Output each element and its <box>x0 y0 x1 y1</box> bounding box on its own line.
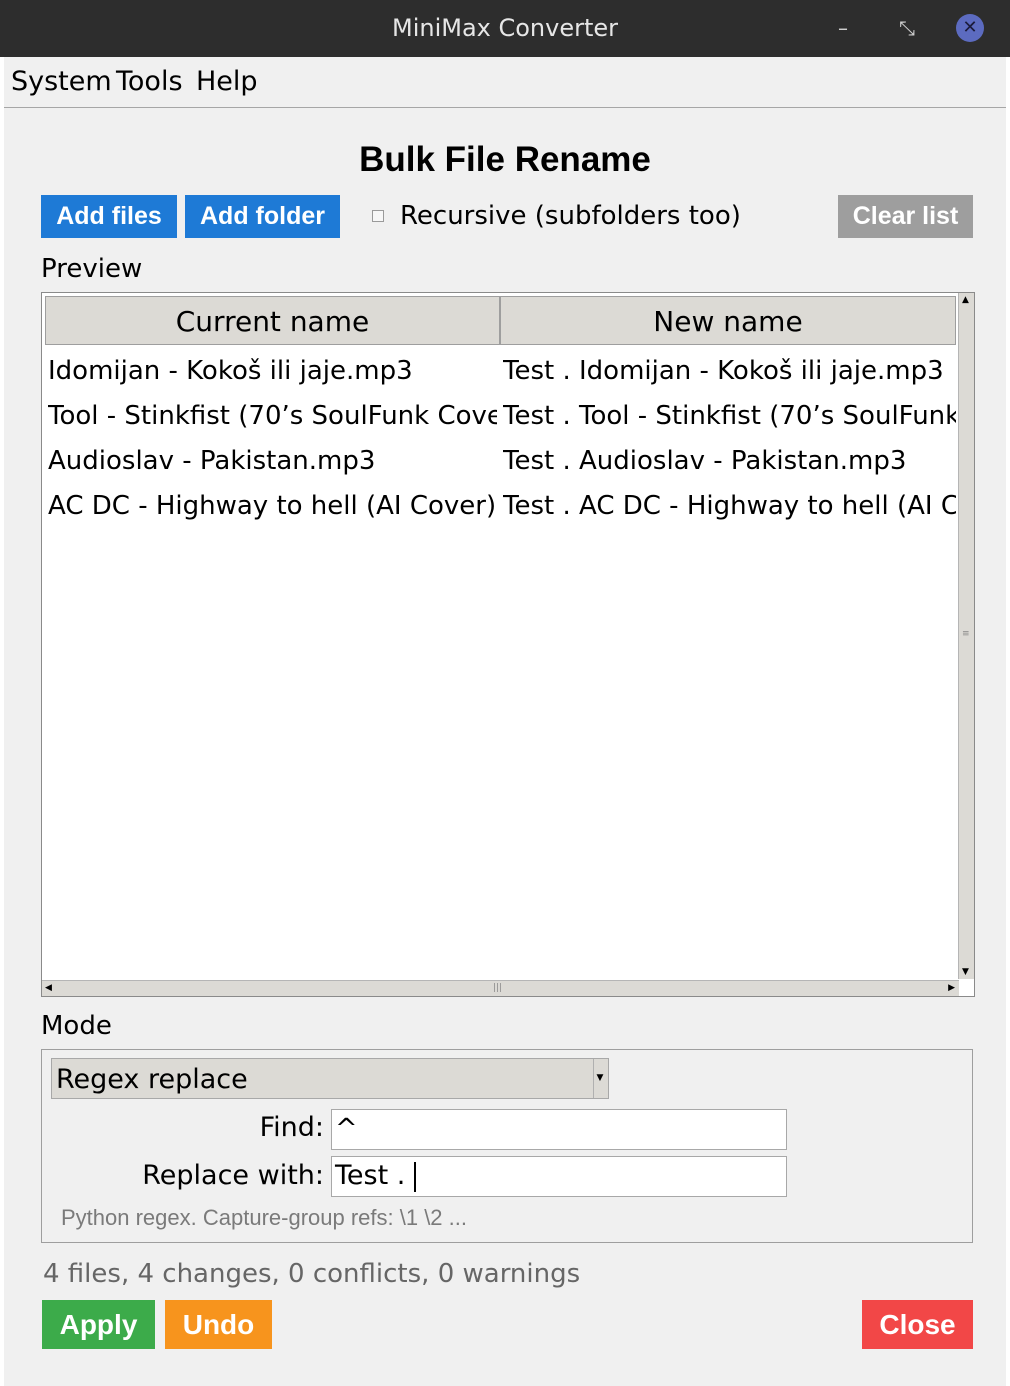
add-folder-button[interactable]: Add folder <box>185 195 340 238</box>
undo-button[interactable]: Undo <box>165 1300 272 1349</box>
text-cursor <box>413 1161 416 1192</box>
table-row[interactable]: Tool - Stinkfist (70’s SoulFunk Cover Te… <box>48 394 956 439</box>
menu-system[interactable]: System <box>11 66 112 97</box>
vertical-scrollbar[interactable]: ▲ ≡ ▼ <box>958 293 974 979</box>
preview-label: Preview <box>41 254 143 284</box>
scroll-right-icon[interactable]: ▶ <box>948 982 955 994</box>
cell-current-name: Idomijan - Kokoš ili jaje.mp3 <box>48 356 413 386</box>
cell-new-name: Test . AC DC - Highway to hell (AI Co <box>503 491 956 521</box>
title-bar[interactable]: MiniMax Converter – ⤡ ✕ <box>0 0 1010 57</box>
table-row[interactable]: Audioslav - Pakistan.mp3 Test . Audiosla… <box>48 439 956 484</box>
cell-new-name: Test . Idomijan - Kokoš ili jaje.mp3 <box>503 356 944 386</box>
cell-new-name: Test . Tool - Stinkfist (70’s SoulFunk <box>503 401 956 431</box>
replace-value: Test . <box>335 1160 414 1191</box>
close-window-icon[interactable]: ✕ <box>956 14 984 42</box>
cell-current-name: Tool - Stinkfist (70’s SoulFunk Cover <box>48 401 497 431</box>
scroll-grip-icon[interactable]: ||| <box>493 982 502 994</box>
maximize-icon[interactable]: ⤡ <box>893 14 921 42</box>
close-button[interactable]: Close <box>862 1300 973 1349</box>
mode-select-value: Regex replace <box>56 1064 248 1095</box>
mode-select[interactable]: Regex replace ▼ <box>51 1058 609 1099</box>
replace-input[interactable]: Test . <box>331 1156 787 1197</box>
menu-tools[interactable]: Tools <box>116 66 183 97</box>
find-label: Find: <box>259 1112 324 1143</box>
menu-help[interactable]: Help <box>196 66 258 97</box>
cell-current-name: Audioslav - Pakistan.mp3 <box>48 446 376 476</box>
clear-list-button[interactable]: Clear list <box>838 195 973 238</box>
column-header-current[interactable]: Current name <box>45 296 500 345</box>
minimize-icon[interactable]: – <box>829 14 857 42</box>
mode-panel: Regex replace ▼ Find: ^ Replace with: Te… <box>41 1049 973 1243</box>
scroll-left-icon[interactable]: ◀ <box>45 982 52 994</box>
table-body: Idomijan - Kokoš ili jaje.mp3 Test . Ido… <box>48 349 956 979</box>
replace-label: Replace with: <box>142 1160 324 1191</box>
recursive-checkbox[interactable] <box>372 210 384 222</box>
column-header-new[interactable]: New name <box>500 296 956 345</box>
add-files-button[interactable]: Add files <box>41 195 177 238</box>
main-content: Bulk File Rename Add files Add folder Re… <box>4 108 1006 1386</box>
chevron-down-icon[interactable]: ▼ <box>593 1059 606 1098</box>
table-row[interactable]: Idomijan - Kokoš ili jaje.mp3 Test . Ido… <box>48 349 956 394</box>
mode-label: Mode <box>41 1011 112 1041</box>
menu-bar: System Tools Help <box>4 57 1006 108</box>
find-input[interactable]: ^ <box>331 1109 787 1150</box>
page-title: Bulk File Rename <box>359 140 651 179</box>
regex-hint: Python regex. Capture-group refs: \1 \2 … <box>61 1205 467 1230</box>
recursive-label: Recursive (subfolders too) <box>400 201 741 231</box>
apply-button[interactable]: Apply <box>42 1300 155 1349</box>
status-text: 4 files, 4 changes, 0 conflicts, 0 warni… <box>43 1259 581 1289</box>
cell-current-name: AC DC - Highway to hell (AI Cover).m <box>48 491 497 521</box>
preview-table[interactable]: Current name New name Idomijan - Kokoš i… <box>41 292 975 997</box>
scroll-down-icon[interactable]: ▼ <box>962 966 969 978</box>
app-window: MiniMax Converter – ⤡ ✕ System Tools Hel… <box>0 0 1010 1386</box>
table-row[interactable]: AC DC - Highway to hell (AI Cover).m Tes… <box>48 484 956 529</box>
scroll-up-icon[interactable]: ▲ <box>962 294 969 306</box>
cell-new-name: Test . Audioslav - Pakistan.mp3 <box>503 446 907 476</box>
scroll-grip-icon[interactable]: ≡ <box>962 628 970 640</box>
window-title: MiniMax Converter <box>391 14 619 42</box>
horizontal-scrollbar[interactable]: ◀ ||| ▶ <box>42 980 959 996</box>
